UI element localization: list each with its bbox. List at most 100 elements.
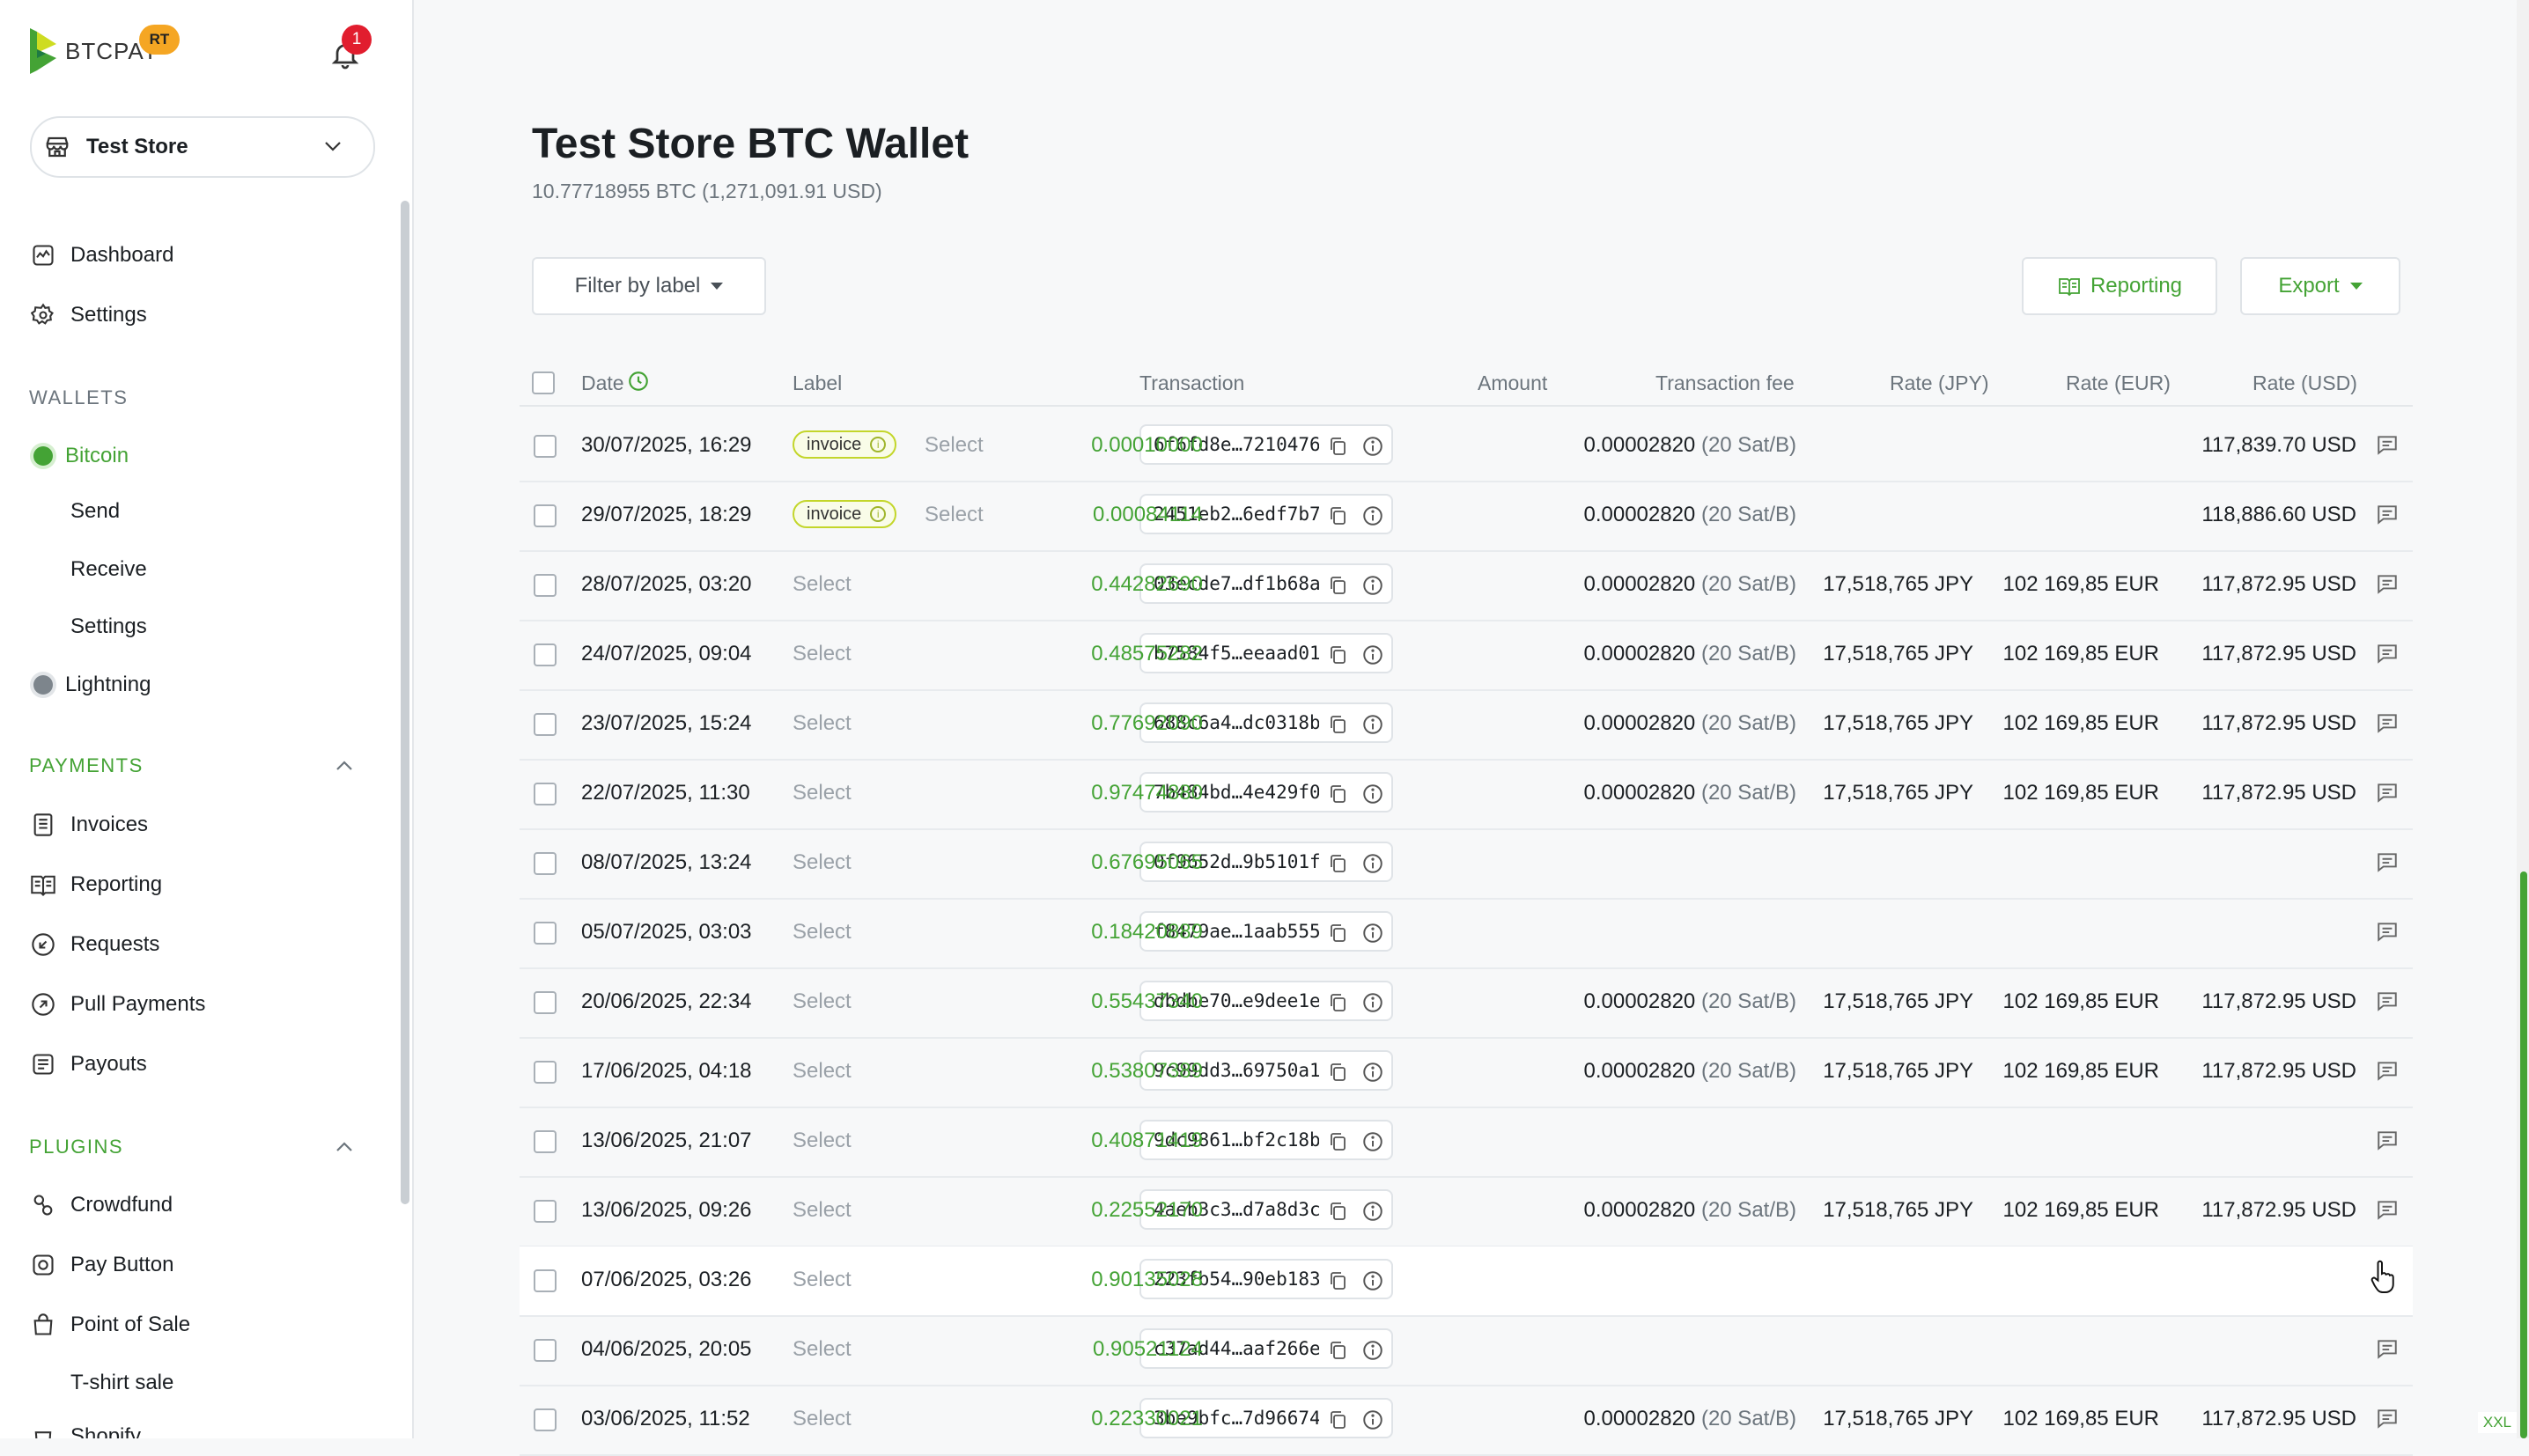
nav-payouts[interactable]: Payouts xyxy=(30,1047,147,1082)
label-select[interactable]: Select xyxy=(793,1337,852,1362)
comment-icon[interactable] xyxy=(2376,1198,2399,1221)
row-checkbox[interactable] xyxy=(534,643,557,666)
row-checkbox[interactable] xyxy=(534,1061,557,1084)
reporting-button[interactable]: Reporting xyxy=(2022,257,2217,315)
chevron-up-icon[interactable] xyxy=(333,757,356,775)
filter-by-label-button[interactable]: Filter by label xyxy=(532,257,766,315)
info-icon[interactable] xyxy=(1361,1200,1384,1223)
info-icon[interactable] xyxy=(1361,1408,1384,1431)
info-icon[interactable] xyxy=(1361,435,1384,458)
row-checkbox[interactable] xyxy=(534,435,557,458)
plugins-section-header[interactable]: PLUGINS xyxy=(29,1133,123,1161)
label-select[interactable]: Select xyxy=(793,1268,852,1292)
nav-pull-payments[interactable]: Pull Payments xyxy=(30,987,205,1022)
table-row[interactable]: 29/07/2025, 18:29 invoice i Select 2451eb2…6… xyxy=(520,482,2413,552)
comment-icon[interactable] xyxy=(2376,920,2399,943)
comment-icon[interactable] xyxy=(2376,711,2399,734)
nav-point-of-sale[interactable]: Point of Sale xyxy=(30,1307,190,1342)
info-icon[interactable] xyxy=(1361,852,1384,875)
label-badge[interactable]: invoice i xyxy=(793,500,897,528)
comment-icon[interactable] xyxy=(2376,781,2399,804)
label-select[interactable]: Select xyxy=(793,1059,852,1084)
label-select[interactable]: Select xyxy=(793,781,852,805)
nav-pay-button[interactable]: Pay Button xyxy=(30,1247,173,1283)
export-button[interactable]: Export xyxy=(2240,257,2400,315)
row-checkbox[interactable] xyxy=(534,922,557,945)
info-icon[interactable] xyxy=(1361,1130,1384,1153)
row-checkbox[interactable] xyxy=(534,574,557,597)
select-all-checkbox[interactable] xyxy=(532,371,555,394)
info-icon[interactable] xyxy=(1361,713,1384,736)
info-icon[interactable] xyxy=(1361,643,1384,666)
copy-icon[interactable] xyxy=(1328,1131,1347,1152)
table-row[interactable]: 22/07/2025, 11:30 Select 7b484bd…4e429f0 0.… xyxy=(520,760,2413,830)
table-row[interactable]: 03/06/2025, 11:52 Select 3be9bfc…7d96674 0.… xyxy=(520,1386,2413,1456)
comment-icon[interactable] xyxy=(2376,1407,2399,1430)
table-row[interactable]: 28/07/2025, 03:20 Select 03ecde7…df1b68a 0.… xyxy=(520,551,2413,621)
comment-icon[interactable] xyxy=(2376,989,2399,1012)
copy-icon[interactable] xyxy=(1328,714,1347,735)
nav-lightning[interactable]: Lightning xyxy=(30,667,151,702)
info-icon[interactable] xyxy=(1361,922,1384,945)
row-checkbox[interactable] xyxy=(534,783,557,805)
nav-wallet-settings[interactable]: Settings xyxy=(70,611,147,643)
row-checkbox[interactable] xyxy=(534,1408,557,1431)
nav-reporting[interactable]: Reporting xyxy=(30,867,162,902)
comment-icon[interactable] xyxy=(2376,503,2399,526)
table-row[interactable]: 13/06/2025, 09:26 Select 4aeb3c3…d7a8d3c 0.… xyxy=(520,1177,2413,1247)
info-icon[interactable] xyxy=(1361,991,1384,1014)
payments-section-header[interactable]: PAYMENTS xyxy=(29,752,144,780)
info-icon[interactable] xyxy=(1361,1269,1384,1292)
label-select[interactable]: Select xyxy=(793,711,852,736)
copy-icon[interactable] xyxy=(1328,1340,1347,1361)
table-row[interactable]: 17/06/2025, 04:18 Select 9c99dd3…69750a1 0.… xyxy=(520,1038,2413,1108)
copy-icon[interactable] xyxy=(1328,783,1347,805)
info-icon[interactable] xyxy=(1361,783,1384,805)
copy-icon[interactable] xyxy=(1328,1270,1347,1291)
table-row[interactable]: 23/07/2025, 15:24 Select 688c6a4…dc0318b 0.… xyxy=(520,690,2413,761)
table-row[interactable]: 20/06/2025, 22:34 Select dbdbe70…e9dee1e 0.… xyxy=(520,968,2413,1039)
sidebar-scrollbar[interactable] xyxy=(401,201,409,1204)
row-checkbox[interactable] xyxy=(534,1269,557,1292)
nav-receive[interactable]: Receive xyxy=(70,554,147,585)
comment-icon[interactable] xyxy=(2376,1337,2399,1360)
table-row[interactable]: 24/07/2025, 09:04 Select b7584f5…eeaad01 0.… xyxy=(520,621,2413,691)
label-select[interactable]: Select xyxy=(793,989,852,1014)
label-select[interactable]: Select xyxy=(793,572,852,597)
label-select[interactable]: Select xyxy=(793,1407,852,1431)
label-select[interactable]: Select xyxy=(925,503,984,527)
label-select[interactable]: Select xyxy=(793,642,852,666)
row-checkbox[interactable] xyxy=(534,852,557,875)
table-row[interactable]: 07/06/2025, 03:26 Select 223fb54…90eb183 0.… xyxy=(520,1246,2413,1317)
btcpay-logo[interactable]: BTCPAY RT xyxy=(28,25,180,76)
comment-icon[interactable] xyxy=(2376,433,2399,456)
copy-icon[interactable] xyxy=(1328,575,1347,596)
nav-settings[interactable]: Settings xyxy=(30,298,147,333)
nav-send[interactable]: Send xyxy=(70,496,120,527)
table-row[interactable]: 08/07/2025, 13:24 Select 0f9652d…9b5101f 0.… xyxy=(520,829,2413,900)
table-row[interactable]: 13/06/2025, 21:07 Select 9dc9861…bf2c18b 0.… xyxy=(520,1107,2413,1178)
copy-icon[interactable] xyxy=(1328,1201,1347,1222)
info-icon[interactable] xyxy=(1361,504,1384,527)
label-select[interactable]: Select xyxy=(793,920,852,945)
row-checkbox[interactable] xyxy=(534,1130,557,1153)
row-checkbox[interactable] xyxy=(534,504,557,527)
comment-icon[interactable] xyxy=(2376,850,2399,873)
table-row[interactable]: 05/07/2025, 03:03 Select f8479ae…1aab555 0.… xyxy=(520,899,2413,969)
copy-icon[interactable] xyxy=(1328,505,1347,526)
copy-icon[interactable] xyxy=(1328,1409,1347,1430)
info-icon[interactable] xyxy=(1361,1061,1384,1084)
label-select[interactable]: Select xyxy=(793,1198,852,1223)
nav-bitcoin[interactable]: Bitcoin xyxy=(30,438,129,474)
row-checkbox[interactable] xyxy=(534,1339,557,1362)
label-select[interactable]: Select xyxy=(925,433,984,458)
nav-invoices[interactable]: Invoices xyxy=(30,807,148,842)
main-scrollbar[interactable] xyxy=(2517,0,2529,1438)
table-row[interactable]: 04/06/2025, 20:05 Select c37ad44…aaf266e 0.… xyxy=(520,1316,2413,1386)
comment-icon[interactable] xyxy=(2376,1059,2399,1082)
table-row[interactable]: 30/07/2025, 16:29 invoice i Select 6f6fd8e…7… xyxy=(520,412,2413,482)
row-checkbox[interactable] xyxy=(534,713,557,736)
comment-icon[interactable] xyxy=(2376,1129,2399,1151)
label-select[interactable]: Select xyxy=(793,850,852,875)
row-checkbox[interactable] xyxy=(534,1200,557,1223)
